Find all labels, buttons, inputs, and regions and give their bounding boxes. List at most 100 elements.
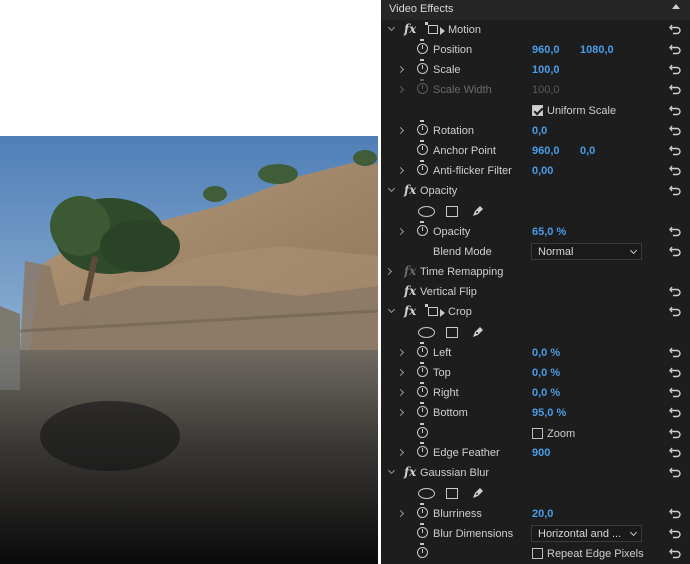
position-x-value[interactable]: 960,0 (532, 44, 560, 56)
reset-icon[interactable] (669, 63, 681, 75)
rectangle-mask-icon[interactable] (446, 488, 458, 499)
stopwatch-icon[interactable] (417, 523, 428, 538)
uniform-scale-checkbox[interactable] (532, 105, 543, 116)
stopwatch-icon[interactable] (417, 120, 428, 135)
uniform-scale-row: Uniform Scale (381, 101, 690, 121)
opacity-value[interactable]: 65,0 % (532, 226, 566, 238)
anti-flicker-value[interactable]: 0,00 (532, 165, 553, 177)
ellipse-mask-icon[interactable] (418, 327, 435, 338)
edge-feather-value[interactable]: 900 (532, 447, 550, 459)
position-y-value[interactable]: 1080,0 (580, 44, 614, 56)
gaussian-blur-label: Gaussian Blur (420, 467, 490, 479)
stopwatch-icon[interactable] (417, 503, 428, 518)
reset-icon[interactable] (669, 104, 681, 116)
scale-value[interactable]: 100,0 (532, 64, 560, 76)
chevron-right-icon[interactable] (396, 348, 405, 357)
rotation-value[interactable]: 0,0 (532, 125, 547, 137)
chevron-down-icon[interactable] (387, 466, 396, 475)
stopwatch-icon[interactable] (417, 402, 428, 417)
chevron-right-icon[interactable] (396, 509, 405, 518)
reset-icon[interactable] (669, 43, 681, 55)
reset-icon[interactable] (669, 245, 681, 257)
stopwatch-icon[interactable] (417, 362, 428, 377)
chevron-down-icon[interactable] (387, 305, 396, 314)
reset-icon[interactable] (669, 144, 681, 156)
reset-icon[interactable] (669, 305, 681, 317)
stopwatch-icon[interactable] (417, 342, 428, 357)
fx-icon[interactable]: fx (404, 183, 416, 197)
pen-mask-icon[interactable] (471, 325, 485, 339)
pen-mask-icon[interactable] (471, 486, 485, 500)
repeat-edge-checkbox[interactable] (532, 548, 543, 559)
reset-icon[interactable] (669, 507, 681, 519)
crop-left-value[interactable]: 0,0 % (532, 347, 560, 359)
chevron-right-icon[interactable] (396, 368, 405, 377)
stopwatch-icon[interactable] (417, 221, 428, 236)
reset-icon[interactable] (669, 406, 681, 418)
effect-time-remapping[interactable]: fx Time Remapping (381, 262, 690, 282)
zoom-checkbox[interactable] (532, 428, 543, 439)
rectangle-mask-icon[interactable] (446, 206, 458, 217)
crop-zoom-row: Zoom (381, 423, 690, 444)
reset-icon[interactable] (669, 466, 681, 478)
effect-crop[interactable]: fx Crop (381, 302, 690, 322)
chevron-right-icon[interactable] (396, 448, 405, 457)
reset-icon[interactable] (669, 427, 681, 439)
reset-icon[interactable] (669, 346, 681, 358)
stopwatch-icon[interactable] (417, 59, 428, 74)
anchor-y-value[interactable]: 0,0 (580, 145, 595, 157)
chevron-right-icon[interactable] (396, 126, 405, 135)
chevron-right-icon[interactable] (396, 408, 405, 417)
chevron-right-icon[interactable] (396, 166, 405, 175)
ellipse-mask-icon[interactable] (418, 206, 435, 217)
effect-motion[interactable]: fx Motion (381, 20, 690, 40)
chevron-right-icon[interactable] (396, 65, 405, 74)
blend-mode-dropdown[interactable]: Normal (531, 243, 642, 260)
effect-gaussian-blur[interactable]: fx Gaussian Blur (381, 463, 690, 483)
reset-icon[interactable] (669, 184, 681, 196)
reset-icon[interactable] (669, 285, 681, 297)
stopwatch-icon[interactable] (417, 543, 428, 558)
crop-label: Crop (448, 306, 472, 318)
chevron-right-icon[interactable] (396, 388, 405, 397)
reset-icon[interactable] (669, 23, 681, 35)
collapse-up-icon[interactable] (672, 4, 680, 9)
reset-icon[interactable] (669, 83, 681, 95)
pen-mask-icon[interactable] (471, 204, 485, 218)
ellipse-mask-icon[interactable] (418, 488, 435, 499)
stopwatch-icon[interactable] (417, 423, 428, 438)
chevron-right-icon[interactable] (384, 267, 393, 276)
reset-icon[interactable] (669, 547, 681, 559)
reset-icon[interactable] (669, 366, 681, 378)
transform-icon[interactable] (425, 304, 438, 316)
stopwatch-icon[interactable] (417, 39, 428, 54)
stopwatch-icon[interactable] (417, 382, 428, 397)
crop-bottom-value[interactable]: 95,0 % (532, 407, 566, 419)
rectangle-mask-icon[interactable] (446, 327, 458, 338)
effect-opacity[interactable]: fx Opacity (381, 181, 690, 201)
chevron-down-icon[interactable] (387, 23, 396, 32)
reset-icon[interactable] (669, 164, 681, 176)
blurriness-value[interactable]: 20,0 (532, 508, 553, 520)
rotation-row: Rotation 0,0 (381, 120, 690, 141)
reset-icon[interactable] (669, 225, 681, 237)
fx-icon[interactable]: fx (404, 465, 416, 479)
fx-icon[interactable]: fx (404, 284, 416, 298)
reset-icon[interactable] (669, 527, 681, 539)
reset-icon[interactable] (669, 386, 681, 398)
fx-icon[interactable]: fx (404, 304, 416, 318)
fx-icon[interactable]: fx (404, 22, 416, 36)
motion-transform-icon[interactable] (425, 22, 438, 34)
stopwatch-icon[interactable] (417, 442, 428, 457)
effect-vertical-flip[interactable]: fx Vertical Flip (381, 282, 690, 302)
stopwatch-icon[interactable] (417, 160, 428, 175)
crop-top-value[interactable]: 0,0 % (532, 367, 560, 379)
reset-icon[interactable] (669, 124, 681, 136)
crop-right-value[interactable]: 0,0 % (532, 387, 560, 399)
chevron-down-icon[interactable] (387, 184, 396, 193)
stopwatch-icon[interactable] (417, 140, 428, 155)
reset-icon[interactable] (669, 446, 681, 458)
anchor-x-value[interactable]: 960,0 (532, 145, 560, 157)
blur-dimensions-dropdown[interactable]: Horizontal and ... (531, 525, 642, 542)
chevron-right-icon[interactable] (396, 227, 405, 236)
